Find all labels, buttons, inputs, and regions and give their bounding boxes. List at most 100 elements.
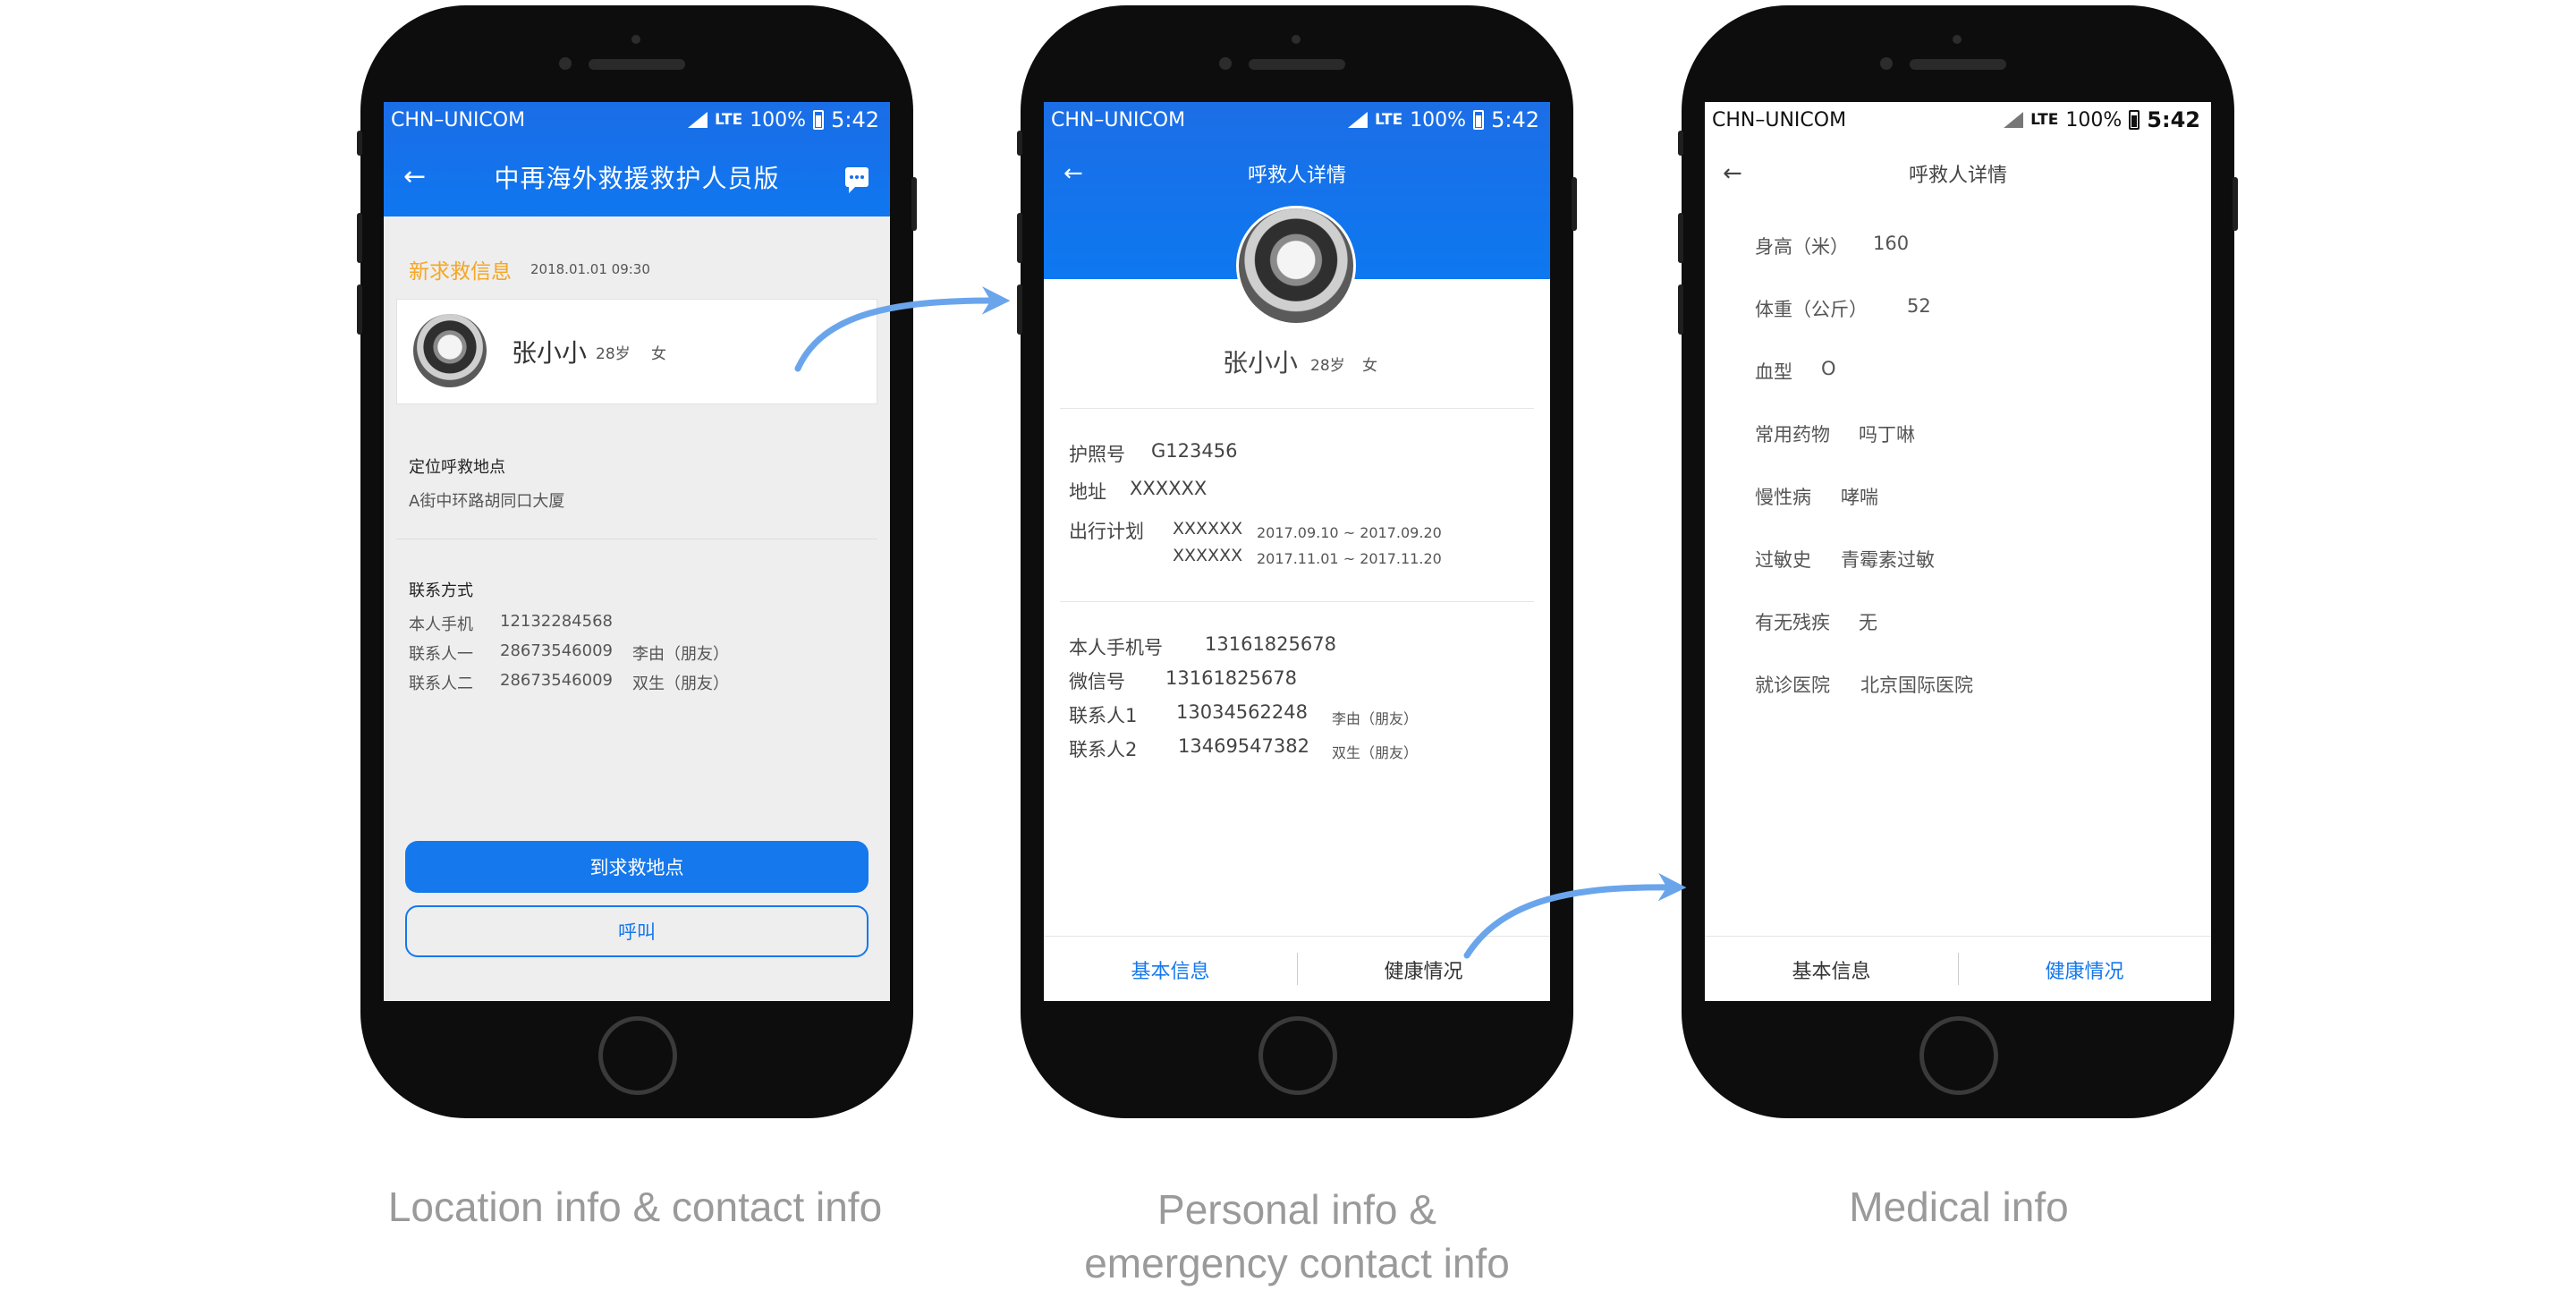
signal-icon — [1347, 112, 1368, 128]
battery-icon — [1473, 110, 1485, 130]
disability-value: 无 — [1859, 612, 1877, 633]
location-text: A街中环路胡同口大厦 — [409, 492, 565, 511]
contact-value[interactable]: 13469547382 — [1178, 735, 1309, 757]
speaker — [1249, 59, 1345, 70]
network-type: LTE — [1374, 111, 1403, 129]
contact-value[interactable]: 13034562248 — [1176, 701, 1308, 723]
speaker — [1910, 59, 2006, 70]
tab-bar: 基本信息 健康情况 — [1705, 936, 2211, 1001]
back-arrow-icon[interactable]: ← — [403, 164, 426, 191]
hospital-label: 就诊医院 — [1755, 675, 1830, 696]
contact-label: 微信号 — [1069, 671, 1125, 692]
contact-value[interactable]: 13161825678 — [1165, 667, 1297, 689]
contact-label: 本人手机 — [409, 615, 473, 634]
side-button — [1572, 177, 1577, 231]
caller-name: 张小小 — [1223, 348, 1299, 378]
hospital-value: 北京国际医院 — [1860, 675, 1973, 696]
side-button — [1678, 213, 1683, 263]
contact-note: 双生（朋友） — [632, 675, 729, 693]
screen: CHN–UNICOM LTE 100% 5:42 ← 呼救人详情 身高（米） 1… — [1705, 102, 2211, 1001]
weight-label: 体重（公斤） — [1755, 299, 1868, 320]
blood-type-value: O — [1821, 358, 1836, 379]
passport-label: 护照号 — [1069, 444, 1125, 465]
battery-percent: 100% — [2065, 108, 2123, 132]
passport-value: G123456 — [1151, 440, 1238, 462]
front-camera — [559, 57, 572, 70]
height-value: 160 — [1873, 233, 1910, 254]
contact-note: 李由（朋友） — [632, 645, 729, 664]
caption-line: Personal info & — [1157, 1186, 1436, 1233]
contact-label: 联系人2 — [1069, 739, 1138, 760]
travel-label: 出行计划 — [1069, 521, 1144, 542]
weight-value: 52 — [1907, 295, 1931, 317]
tab-basic-info[interactable]: 基本信息 — [1705, 937, 1958, 1001]
contact-value[interactable]: 12132284568 — [500, 612, 613, 631]
status-right: LTE 100% 5:42 — [2004, 107, 2200, 132]
back-arrow-icon[interactable]: ← — [1723, 162, 1742, 185]
address-label: 地址 — [1069, 481, 1106, 503]
screen: CHN–UNICOM LTE 100% 5:42 ← 中再海外救援救护人员版 新… — [384, 102, 890, 1001]
tab-health[interactable]: 健康情况 — [1958, 937, 2211, 1001]
caller-age: 28岁 — [1310, 357, 1345, 375]
side-button — [357, 131, 362, 156]
caller-name: 张小小 — [512, 338, 588, 368]
home-button[interactable] — [1258, 1016, 1337, 1095]
contact-label: 联系人一 — [409, 645, 473, 664]
contact-label: 联系人1 — [1069, 705, 1138, 726]
speaker — [589, 59, 685, 70]
signal-icon — [2004, 112, 2024, 128]
nav-bar: ← 呼救人详情 — [1705, 138, 2211, 209]
battery-percent: 100% — [1410, 108, 1467, 132]
back-arrow-icon[interactable]: ← — [1063, 162, 1083, 185]
status-right: LTE 100% 5:42 — [1347, 107, 1539, 132]
chronic-label: 慢性病 — [1755, 487, 1811, 508]
phone-3: CHN–UNICOM LTE 100% 5:42 ← 呼救人详情 身高（米） 1… — [1678, 5, 2238, 1118]
address-value: XXXXXX — [1130, 478, 1208, 499]
height-label: 身高（米） — [1755, 236, 1849, 258]
caption-location: Location info & contact info — [387, 1184, 883, 1230]
divider — [1060, 408, 1534, 409]
sensor — [1953, 35, 1962, 44]
phone-1: CHN–UNICOM LTE 100% 5:42 ← 中再海外救援救护人员版 新… — [357, 5, 917, 1118]
status-bar: CHN–UNICOM LTE 100% 5:42 — [1705, 102, 2211, 138]
contact-label: 本人手机号 — [1069, 637, 1163, 658]
status-bar: CHN–UNICOM LTE 100% 5:42 — [1044, 102, 1550, 138]
clock: 5:42 — [1491, 107, 1539, 132]
carrier: CHN–UNICOM — [1712, 108, 1847, 132]
home-button[interactable] — [1919, 1016, 1998, 1095]
front-camera — [1219, 57, 1232, 70]
side-button — [1017, 284, 1022, 335]
contact-value[interactable]: 28673546009 — [500, 671, 613, 690]
tab-bar: 基本信息 健康情况 — [1044, 936, 1550, 1001]
battery-icon — [813, 110, 825, 130]
side-button — [357, 284, 362, 335]
tab-basic-info[interactable]: 基本信息 — [1044, 937, 1297, 1001]
chronic-value: 哮喘 — [1841, 487, 1878, 508]
side-button — [1678, 131, 1683, 156]
caption-personal: Personal info & emergency contact info — [957, 1183, 1637, 1290]
caption-line: emergency contact info — [1084, 1240, 1510, 1286]
go-to-location-button[interactable]: 到求救地点 — [405, 841, 869, 893]
tab-health[interactable]: 健康情况 — [1297, 937, 1550, 1001]
allergy-label: 过敏史 — [1755, 549, 1811, 571]
contact-value[interactable]: 13161825678 — [1205, 633, 1336, 655]
network-type: LTE — [714, 111, 743, 129]
nav-bar: ← 中再海外救援救护人员版 — [384, 138, 890, 216]
contact-label: 联系人二 — [409, 675, 473, 693]
signal-icon — [687, 112, 708, 128]
call-button[interactable]: 呼叫 — [405, 905, 869, 957]
nav-bar: ← 呼救人详情 — [1044, 138, 1550, 209]
side-button — [1017, 213, 1022, 263]
medication-label: 常用药物 — [1755, 424, 1830, 446]
new-request-time: 2018.01.01 09:30 — [530, 261, 650, 277]
travel-dates: 2017.09.10 ~ 2017.09.20 — [1257, 524, 1442, 541]
status-bar: CHN–UNICOM LTE 100% 5:42 — [384, 102, 890, 138]
contact-value[interactable]: 28673546009 — [500, 641, 613, 660]
home-button[interactable] — [598, 1016, 677, 1095]
battery-icon — [2129, 110, 2140, 130]
caller-gender: 女 — [1362, 357, 1377, 375]
sensor — [631, 35, 640, 44]
chat-icon[interactable] — [845, 167, 869, 193]
caller-card[interactable]: 张小小 28岁 女 — [396, 299, 877, 404]
contact-title: 联系方式 — [409, 581, 473, 600]
